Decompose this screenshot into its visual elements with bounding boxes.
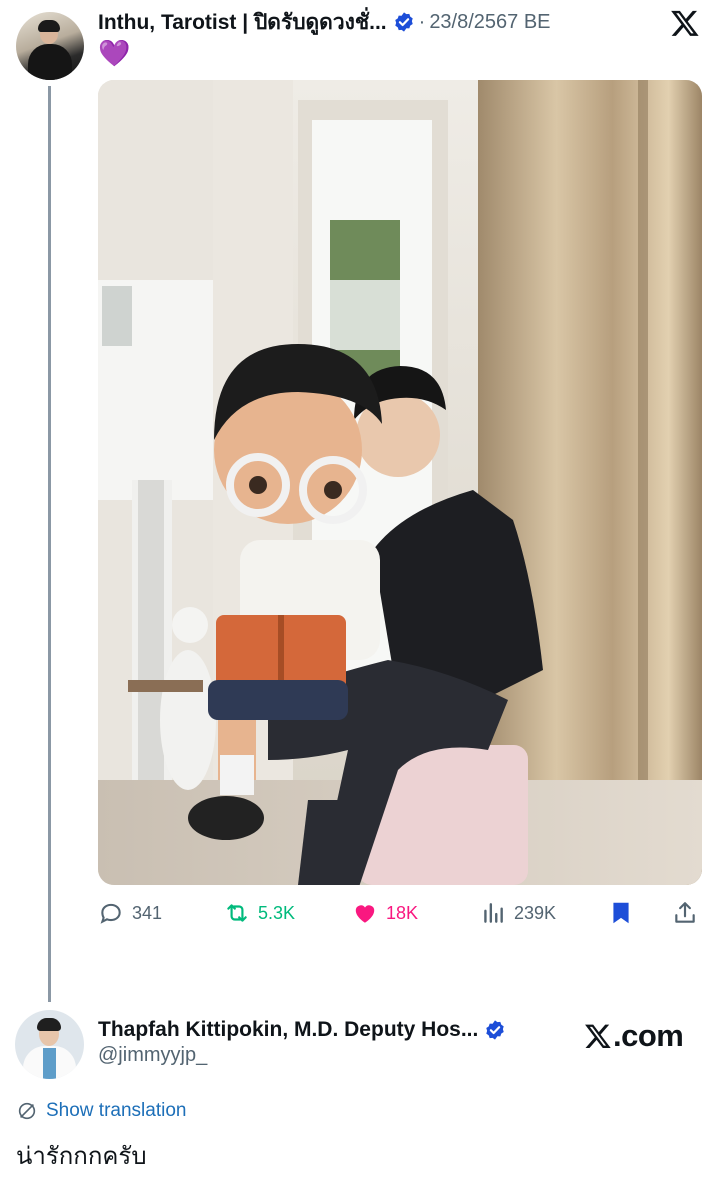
repost-count: 5.3K xyxy=(258,902,296,923)
verified-badge-icon xyxy=(486,1020,505,1040)
views-button[interactable]: 239K xyxy=(480,898,556,928)
photo-illustration xyxy=(98,80,702,885)
translate-icon xyxy=(18,1102,36,1120)
repost-icon xyxy=(227,904,247,922)
post-date[interactable]: 23/8/2567 BE xyxy=(429,11,550,34)
post-author-name[interactable]: Inthu, Tarotist | ปิดรับดูดวงชั่... xyxy=(98,6,387,39)
like-count: 18K xyxy=(386,902,419,923)
x-com-watermark: .com xyxy=(584,1018,684,1054)
views-count: 239K xyxy=(514,902,557,923)
reply-author-handle[interactable]: @jimmyyjp_ xyxy=(98,1044,207,1067)
post-action-bar: 341 5.3K 18K 239K xyxy=(98,898,702,928)
post-header: Inthu, Tarotist | ปิดรับดูดวงชั่... · 23… xyxy=(98,6,551,38)
post-separator: · xyxy=(418,10,426,33)
x-logo-icon xyxy=(585,1024,611,1049)
show-translation-link[interactable]: Show translation xyxy=(16,1100,186,1122)
reply-button[interactable]: 341 xyxy=(98,898,162,928)
purple-heart-emoji: 💜 xyxy=(98,38,131,68)
reply-author-name[interactable]: Thapfah Kittipokin, M.D. Deputy Hos... xyxy=(98,1018,478,1042)
views-chart-icon xyxy=(484,903,503,923)
thread-connector-line xyxy=(48,86,51,1002)
x-logo-icon[interactable] xyxy=(670,8,700,38)
reply-icon xyxy=(100,903,121,924)
heart-filled-icon xyxy=(355,905,375,923)
reply-count: 341 xyxy=(132,902,163,923)
post-photo[interactable] xyxy=(98,80,702,885)
reply-header: Thapfah Kittipokin, M.D. Deputy Hos... xyxy=(98,1014,506,1046)
share-icon xyxy=(675,902,695,923)
reply-text: น่ารักกกครับ xyxy=(16,1143,147,1170)
share-button[interactable] xyxy=(672,898,706,928)
repost-button[interactable]: 5.3K xyxy=(224,898,295,928)
bookmark-button[interactable] xyxy=(608,898,642,928)
like-button[interactable]: 18K xyxy=(352,898,418,928)
bookmark-filled-icon xyxy=(613,902,629,924)
post-author-avatar[interactable] xyxy=(16,12,84,80)
x-com-text: .com xyxy=(613,1018,684,1053)
reply-author-avatar[interactable] xyxy=(15,1010,84,1079)
verified-badge-icon xyxy=(394,12,413,32)
show-translation-label: Show translation xyxy=(46,1100,187,1121)
